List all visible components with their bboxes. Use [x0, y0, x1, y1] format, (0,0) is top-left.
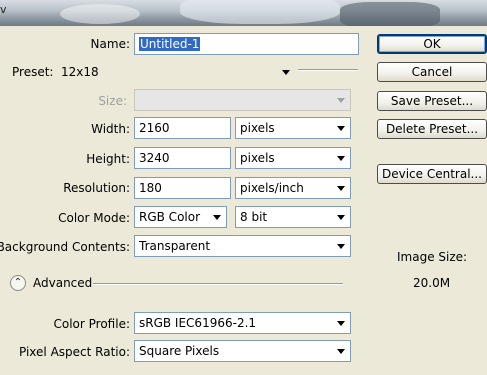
chevron-down-icon [337, 349, 345, 354]
window-title: v [0, 3, 7, 16]
chevron-down-icon [337, 244, 345, 249]
resolution-input[interactable]: 180 [134, 177, 231, 199]
pixel-aspect-ratio-value: Square Pixels [139, 344, 220, 358]
advanced-toggle-icon[interactable]: ⌃ [10, 275, 26, 291]
chevron-down-icon [337, 186, 345, 191]
resolution-unit-value: pixels/inch [240, 181, 304, 195]
width-input[interactable]: 2160 [134, 117, 231, 139]
pixel-aspect-ratio-select[interactable]: Square Pixels [134, 340, 351, 362]
title-bar-background [340, 2, 440, 26]
preset-select[interactable]: 12x18 [56, 61, 296, 83]
chevron-down-icon [282, 70, 290, 75]
height-unit-value: pixels [240, 151, 275, 165]
save-preset-button[interactable]: Save Preset... [377, 91, 487, 111]
image-size-label: Image Size: [397, 250, 468, 264]
width-unit-select[interactable]: pixels [235, 117, 351, 139]
chevron-down-icon [337, 126, 345, 131]
size-label: Size: [98, 94, 127, 108]
new-document-dialog: v Name: Untitled-1 Preset: 12x18 Size: W… [0, 0, 487, 375]
cancel-button[interactable]: Cancel [377, 62, 487, 82]
background-contents-label: Background Contents: [0, 240, 130, 254]
device-central-button[interactable]: Device Central... [377, 164, 487, 184]
name-value: Untitled-1 [139, 37, 201, 51]
resolution-value: 180 [139, 181, 162, 195]
image-size-value: 20.0M [413, 276, 451, 290]
bit-depth-select[interactable]: 8 bit [235, 206, 351, 228]
background-contents-select[interactable]: Transparent [134, 235, 351, 257]
width-value: 2160 [139, 121, 170, 135]
title-bar: v [0, 0, 487, 26]
color-mode-select[interactable]: RGB Color [134, 206, 227, 228]
chevron-down-icon [337, 215, 345, 220]
name-field[interactable]: Untitled-1 [134, 33, 359, 55]
height-label: Height: [86, 152, 130, 166]
title-bar-background [60, 4, 140, 24]
chevron-down-icon [213, 215, 221, 220]
width-label: Width: [91, 122, 130, 136]
name-label: Name: [90, 37, 130, 51]
height-input[interactable]: 3240 [134, 147, 231, 169]
color-mode-label: Color Mode: [58, 211, 130, 225]
title-bar-background [180, 0, 340, 24]
color-mode-value: RGB Color [139, 210, 201, 224]
resolution-label: Resolution: [63, 181, 130, 195]
delete-preset-button[interactable]: Delete Preset... [377, 119, 487, 139]
preset-label: Preset: [12, 65, 54, 79]
advanced-label[interactable]: Advanced [33, 276, 92, 290]
color-profile-select[interactable]: sRGB IEC61966-2.1 [134, 312, 351, 334]
chevron-down-icon [337, 156, 345, 161]
bit-depth-value: 8 bit [240, 210, 268, 224]
size-select[interactable] [134, 89, 351, 111]
background-contents-value: Transparent [139, 239, 211, 253]
advanced-divider [93, 283, 343, 285]
chevron-down-icon [337, 321, 345, 326]
height-value: 3240 [139, 151, 170, 165]
resolution-unit-select[interactable]: pixels/inch [235, 177, 351, 199]
height-unit-select[interactable]: pixels [235, 147, 351, 169]
chevron-down-icon [337, 98, 345, 103]
width-unit-value: pixels [240, 121, 275, 135]
color-profile-label: Color Profile: [53, 317, 131, 331]
color-profile-value: sRGB IEC61966-2.1 [139, 316, 257, 330]
preset-divider [298, 69, 358, 71]
preset-value: 12x18 [61, 65, 99, 79]
ok-button[interactable]: OK [377, 34, 487, 54]
pixel-aspect-ratio-label: Pixel Aspect Ratio: [19, 345, 130, 359]
